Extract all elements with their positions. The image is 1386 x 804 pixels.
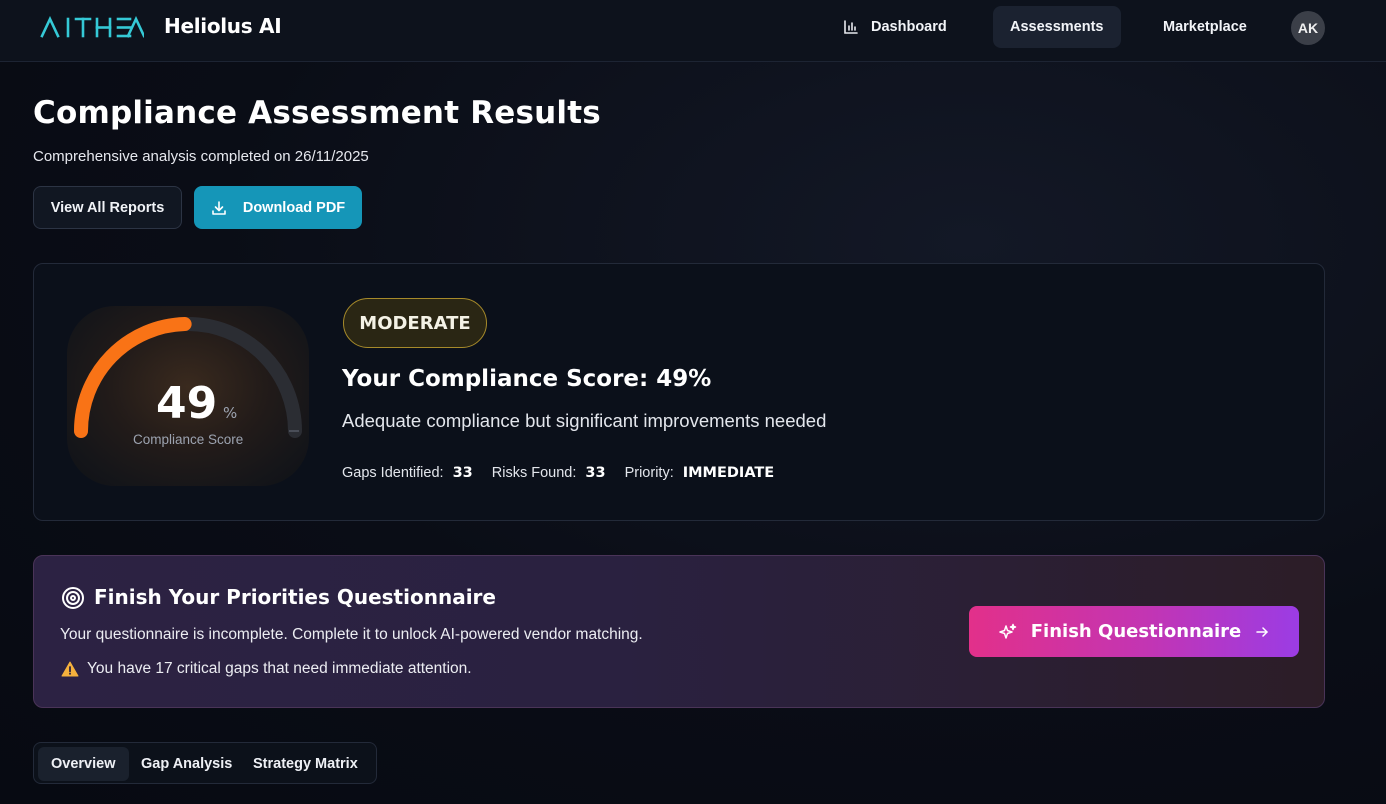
status-badge: MODERATE: [343, 298, 487, 348]
gauge-label: Compliance Score: [133, 432, 244, 447]
risks-value: 33: [585, 465, 606, 481]
score-heading: Your Compliance Score: 49%: [342, 366, 712, 392]
download-icon: [212, 200, 226, 215]
tab-gap-analysis[interactable]: Gap Analysis: [128, 747, 245, 781]
view-all-reports-label: View All Reports: [50, 199, 165, 216]
questionnaire-card: Finish Your Priorities Questionnaire You…: [33, 555, 1325, 708]
top-navigation-bar: Heliolus AI Dashboard Assessments Market…: [0, 0, 1386, 62]
user-avatar[interactable]: AK: [1291, 11, 1325, 45]
warning-text: You have 17 critical gaps that need imme…: [87, 660, 472, 677]
finish-questionnaire-button[interactable]: Finish Questionnaire: [969, 606, 1299, 657]
target-icon: [62, 587, 84, 609]
gauge-value: 49: [156, 378, 218, 429]
aithea-logo-mark: [40, 16, 144, 38]
priority-value: IMMEDIATE: [682, 465, 775, 481]
nav-assessments[interactable]: Assessments: [993, 6, 1121, 48]
score-description: Adequate compliance but significant impr…: [342, 410, 827, 431]
gauge-percent-sign: %: [223, 404, 238, 422]
page-title: Compliance Assessment Results: [33, 95, 601, 131]
nav-marketplace-label: Marketplace: [1163, 19, 1247, 35]
page-subtitle: Comprehensive analysis completed on 26/1…: [33, 148, 369, 165]
tab-overview[interactable]: Overview: [38, 747, 129, 781]
questionnaire-title: Finish Your Priorities Questionnaire: [94, 585, 496, 609]
brand-name: Heliolus AI: [164, 14, 282, 38]
compliance-score-card: 49 % Compliance Score MODERATE Your Comp…: [33, 263, 1325, 521]
results-tabs: Overview Gap Analysis Strategy Matrix: [33, 742, 377, 784]
nav-marketplace[interactable]: Marketplace: [1146, 6, 1264, 48]
nav-dashboard[interactable]: Dashboard: [826, 6, 964, 48]
warning-icon: [61, 661, 79, 677]
critical-gaps-warning: You have 17 critical gaps that need imme…: [61, 660, 472, 678]
gaps-label: Gaps Identified:: [342, 465, 444, 481]
sparkles-icon: [999, 623, 1017, 639]
finish-questionnaire-label: Finish Questionnaire: [1030, 621, 1242, 642]
nav-assessments-label: Assessments: [1010, 19, 1104, 35]
aithea-logo[interactable]: [40, 15, 144, 39]
view-all-reports-button[interactable]: View All Reports: [33, 186, 182, 229]
risks-label: Risks Found:: [491, 465, 577, 481]
bar-chart-icon: [844, 20, 858, 34]
questionnaire-text: Your questionnaire is incomplete. Comple…: [60, 626, 643, 643]
score-stats: Gaps Identified: 33 Risks Found: 33 Prio…: [342, 465, 774, 481]
download-pdf-button[interactable]: Download PDF: [194, 186, 362, 229]
gaps-value: 33: [452, 465, 473, 481]
download-pdf-label: Download PDF: [242, 199, 346, 216]
arrow-right-icon: [1256, 626, 1268, 637]
tab-strategy-matrix[interactable]: Strategy Matrix: [240, 747, 371, 781]
priority-label: Priority:: [624, 465, 674, 481]
nav-dashboard-label: Dashboard: [871, 19, 947, 35]
